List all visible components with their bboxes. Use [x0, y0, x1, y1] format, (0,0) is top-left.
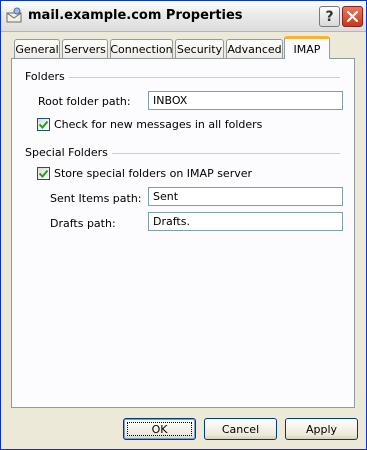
folders-group-divider [68, 77, 340, 78]
imap-tab-panel: Folders Root folder path: INBOX Check fo… [11, 58, 355, 408]
apply-button-label: Apply [305, 422, 338, 436]
store-special-folders-label[interactable]: Store special folders on IMAP server [54, 167, 252, 180]
check-all-folders-checkbox[interactable] [37, 118, 50, 131]
cancel-button-label: Cancel [221, 422, 260, 436]
checkmark-icon [39, 169, 48, 178]
tab-servers[interactable]: Servers [62, 39, 108, 58]
drafts-path-input[interactable]: Drafts. [148, 212, 343, 231]
window-title: mail.example.com Properties [28, 8, 243, 23]
check-all-folders-label[interactable]: Check for new messages in all folders [54, 118, 262, 131]
ok-button[interactable]: OK [123, 418, 196, 440]
help-button[interactable]: ? [319, 6, 340, 27]
checkmark-icon [39, 120, 48, 129]
store-special-folders-checkbox[interactable] [37, 167, 50, 180]
sent-items-path-label: Sent Items path: [50, 192, 142, 205]
cancel-button[interactable]: Cancel [204, 418, 277, 440]
tab-security[interactable]: Security [175, 39, 224, 58]
root-folder-path-input[interactable]: INBOX [148, 91, 343, 110]
apply-button[interactable]: Apply [285, 418, 358, 440]
close-icon [347, 11, 358, 22]
tab-general[interactable]: General [14, 39, 60, 58]
properties-dialog: mail.example.com Properties ? General Se… [0, 0, 367, 450]
tab-advanced[interactable]: Advanced [226, 39, 283, 58]
focus-rectangle [127, 422, 192, 436]
mail-account-icon [6, 7, 22, 23]
tab-connection[interactable]: Connection [110, 39, 173, 58]
title-bar[interactable]: mail.example.com Properties ? [1, 1, 366, 32]
tab-imap[interactable]: IMAP [284, 36, 330, 59]
special-folders-group-divider [109, 153, 340, 154]
root-folder-path-label: Root folder path: [38, 95, 131, 108]
folders-group-label: Folders [25, 70, 69, 83]
special-folders-group-label: Special Folders [25, 146, 112, 159]
drafts-path-label: Drafts path: [50, 217, 116, 230]
sent-items-path-input[interactable]: Sent [148, 187, 343, 206]
close-button[interactable] [342, 6, 363, 27]
tab-strip: General Servers Connection Security Adva… [1, 36, 366, 60]
